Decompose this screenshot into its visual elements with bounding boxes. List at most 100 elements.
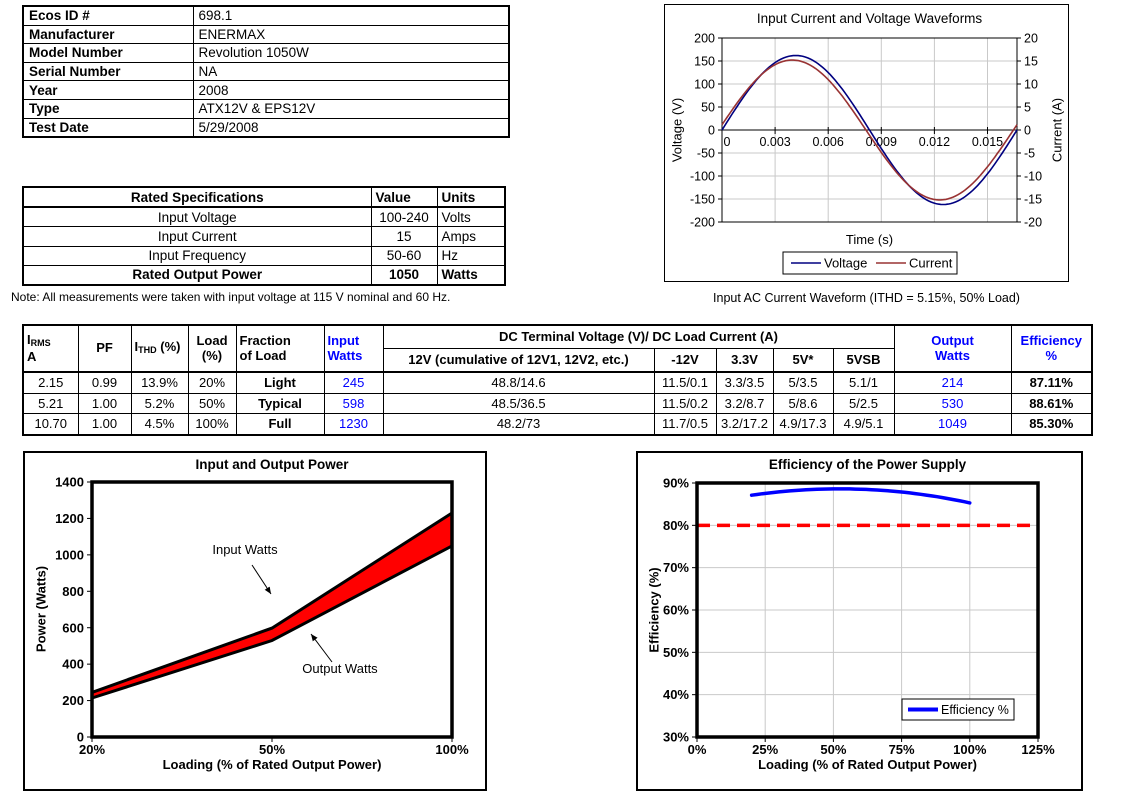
power-chart: Input and Output Power020040060080010001… bbox=[25, 453, 481, 785]
info-label: Serial Number bbox=[23, 62, 193, 81]
col-ithd: ITHD (%) bbox=[131, 325, 188, 372]
specs-header-units: Units bbox=[437, 187, 505, 207]
spec-value: 50-60 bbox=[371, 246, 437, 265]
cell-dc-5vsb: 5.1/1 bbox=[833, 372, 894, 393]
cell-irms: 10.70 bbox=[23, 414, 78, 435]
rated-specs-header: Rated SpecificationsValueUnits bbox=[23, 187, 505, 207]
psu-test-report-page: Ecos ID #698.1ManufacturerENERMAXModel N… bbox=[0, 0, 1130, 803]
waveform-title: Input Current and Voltage Waveforms bbox=[757, 11, 983, 26]
cell-dc-3v3: 3.2/17.2 bbox=[716, 414, 773, 435]
ytick-label-left: -50 bbox=[697, 146, 715, 160]
col-fraction: Fractionof Load bbox=[236, 325, 324, 372]
ytick-label-left: 200 bbox=[694, 31, 715, 45]
ytick-label-right: 5 bbox=[1024, 100, 1031, 114]
cell-output-watts: 530 bbox=[894, 393, 1011, 414]
cell-efficiency: 85.30% bbox=[1011, 414, 1092, 435]
info-label: Type bbox=[23, 99, 193, 118]
cell-efficiency: 88.61% bbox=[1011, 393, 1092, 414]
spec-units: Watts bbox=[437, 265, 505, 285]
xtick-label: 100% bbox=[953, 742, 987, 757]
spec-units: Amps bbox=[437, 227, 505, 246]
table-row: 5.211.005.2%50%Typical59848.5/36.511.5/0… bbox=[23, 393, 1092, 414]
ytick-label-right: -15 bbox=[1024, 192, 1042, 206]
cell-irms: 2.15 bbox=[23, 372, 78, 393]
info-value: Revolution 1050W bbox=[193, 44, 509, 63]
power-band bbox=[92, 513, 452, 698]
ytick-label: 70% bbox=[663, 560, 689, 575]
spec-units: Hz bbox=[437, 246, 505, 265]
info-value: ATX12V & EPS12V bbox=[193, 99, 509, 118]
ytick-label: 1400 bbox=[55, 475, 84, 490]
annotation-input-watts: Input Watts bbox=[212, 542, 278, 557]
efficiency-title: Efficiency of the Power Supply bbox=[769, 457, 967, 472]
ytick-label: 40% bbox=[663, 687, 689, 702]
col-irms: IRMSA bbox=[23, 325, 78, 372]
cell-dc-12v: 48.5/36.5 bbox=[383, 393, 654, 414]
power-xlabel: Loading (% of Rated Output Power) bbox=[163, 757, 382, 772]
spec-value: 100-240 bbox=[371, 207, 437, 227]
info-label: Test Date bbox=[23, 118, 193, 137]
ytick-label: 80% bbox=[663, 518, 689, 533]
waveform-xlabel: Time (s) bbox=[846, 232, 893, 247]
cell-fraction: Full bbox=[236, 414, 324, 435]
annotation-output-watts: Output Watts bbox=[302, 661, 378, 676]
rated-specs-rows: Input Voltage100-240VoltsInput Current15… bbox=[23, 207, 505, 285]
cell-load-pct: 20% bbox=[188, 372, 236, 393]
ytick-label: 30% bbox=[663, 730, 689, 745]
cell-input-watts: 598 bbox=[324, 393, 383, 414]
spec-row: Input Frequency50-60Hz bbox=[23, 246, 505, 265]
plot-border bbox=[92, 482, 452, 737]
ytick-label-right: 10 bbox=[1024, 77, 1038, 91]
cell-dc-neg12v: 11.5/0.1 bbox=[654, 372, 716, 393]
cell-dc-5vsb: 4.9/5.1 bbox=[833, 414, 894, 435]
spec-row: Rated Output Power1050Watts bbox=[23, 265, 505, 285]
cell-dc-3v3: 3.2/8.7 bbox=[716, 393, 773, 414]
col-pf: PF bbox=[78, 325, 131, 372]
xtick-label: 0.012 bbox=[919, 135, 950, 149]
ytick-label: 800 bbox=[62, 584, 84, 599]
efficiency-chart-panel: Efficiency of the Power Supply30%40%50%6… bbox=[636, 451, 1083, 791]
spec-row: Input Current15Amps bbox=[23, 227, 505, 246]
cell-dc-3v3: 3.3/3.5 bbox=[716, 372, 773, 393]
legend-current-label: Current bbox=[909, 256, 953, 271]
waveform-caption: Input AC Current Waveform (ITHD = 5.15%,… bbox=[664, 291, 1069, 305]
xtick-label: 125% bbox=[1021, 742, 1055, 757]
power-chart-panel: Input and Output Power020040060080010001… bbox=[23, 451, 487, 791]
ytick-label: 1200 bbox=[55, 511, 84, 526]
xtick-label: 50% bbox=[820, 742, 846, 757]
info-value: NA bbox=[193, 62, 509, 81]
info-label: Ecos ID # bbox=[23, 6, 193, 25]
info-row: Test Date5/29/2008 bbox=[23, 118, 509, 137]
ytick-label-left: -200 bbox=[690, 215, 715, 229]
xtick-label: 100% bbox=[435, 742, 469, 757]
spec-name: Input Voltage bbox=[23, 207, 371, 227]
cell-dc-12v: 48.8/14.6 bbox=[383, 372, 654, 393]
col-dc-4: 5VSB bbox=[833, 349, 894, 373]
info-value: 2008 bbox=[193, 81, 509, 100]
legend-efficiency-label: Efficiency % bbox=[941, 703, 1009, 717]
xtick-label: 20% bbox=[79, 742, 105, 757]
load-test-table: IRMSAPFITHD (%)Load(%)Fractionof LoadInp… bbox=[22, 324, 1093, 436]
cell-fraction: Light bbox=[236, 372, 324, 393]
info-row: Year2008 bbox=[23, 81, 509, 100]
spec-units: Volts bbox=[437, 207, 505, 227]
power-ylabel: Power (Watts) bbox=[34, 566, 49, 652]
info-row: Model NumberRevolution 1050W bbox=[23, 44, 509, 63]
efficiency-line bbox=[752, 489, 970, 503]
ytick-label-right: 20 bbox=[1024, 31, 1038, 45]
xtick-label: 25% bbox=[752, 742, 778, 757]
cell-input-watts: 245 bbox=[324, 372, 383, 393]
rated-specs-table: Rated SpecificationsValueUnits Input Vol… bbox=[22, 186, 506, 286]
col-output-watts: OutputWatts bbox=[894, 325, 1011, 372]
table-row: 2.150.9913.9%20%Light24548.8/14.611.5/0.… bbox=[23, 372, 1092, 393]
info-value: ENERMAX bbox=[193, 25, 509, 44]
col-group-dc-terminal: DC Terminal Voltage (V)/ DC Load Current… bbox=[383, 325, 894, 349]
info-row: Serial NumberNA bbox=[23, 62, 509, 81]
cell-load-pct: 100% bbox=[188, 414, 236, 435]
spec-value: 1050 bbox=[371, 265, 437, 285]
cell-ithd: 4.5% bbox=[131, 414, 188, 435]
specs-header-value: Value bbox=[371, 187, 437, 207]
waveform-ylabel-right: Current (A) bbox=[1050, 98, 1065, 162]
efficiency-ylabel: Efficiency (%) bbox=[647, 567, 662, 652]
col-dc-3: 5V* bbox=[773, 349, 833, 373]
